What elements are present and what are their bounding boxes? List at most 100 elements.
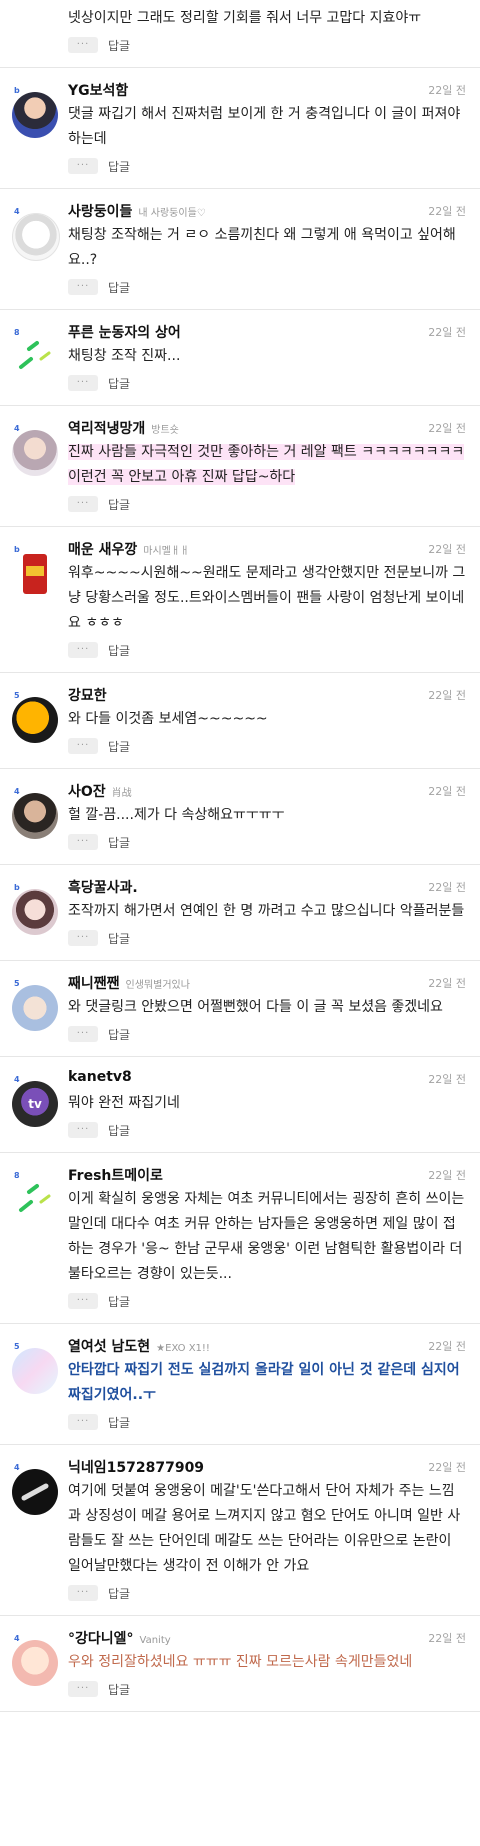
nickname[interactable]: kanetv8 bbox=[68, 1069, 132, 1085]
avatar[interactable]: 5 bbox=[12, 979, 58, 1031]
comment-text: 채팅창 조작해는 거 ㄹㅇ 소름끼친다 왜 그렇게 애 욕먹이고 싶어해요..? bbox=[68, 227, 456, 268]
comment-item: b YG보석함 22일 전댓글 짜깁기 해서 진짜처럼 보이게 한 거 충격입니다 … bbox=[0, 68, 480, 189]
more-options-button[interactable]: ··· bbox=[68, 1681, 98, 1697]
comment-item: 5 열여섯 남도현 ★EXO X1!! 22일 전 안타깝다 짜집기 전도 실검까지 올… bbox=[0, 1324, 480, 1445]
comment-actions: ··· 답글 bbox=[68, 1412, 466, 1432]
nickname[interactable]: °강다니엘° bbox=[68, 1628, 134, 1648]
timestamp: 22일 전 bbox=[428, 881, 466, 894]
more-options-button[interactable]: ··· bbox=[68, 642, 98, 658]
more-options-button[interactable]: ··· bbox=[68, 1414, 98, 1430]
comment-text: 와 댓글링크 안봤으면 어쩔뻔했어 다들 이 글 꼭 보셨음 좋겠네요 bbox=[68, 999, 443, 1015]
reply-button[interactable]: 답글 bbox=[108, 930, 130, 947]
comment-actions: ··· 답글 bbox=[68, 928, 466, 948]
timestamp: 22일 전 bbox=[428, 785, 466, 798]
comment-text: 진짜 사람들 자극적인 것만 좋아하는 거 레알 팩트 ㅋㅋㅋㅋㅋㅋㅋㅋ이런건 … bbox=[68, 444, 465, 485]
reply-button[interactable]: 답글 bbox=[108, 1026, 130, 1043]
reply-button[interactable]: 답글 bbox=[108, 1681, 130, 1698]
comment-item: b 흑당꿀사과. 22일 전 조작까지 해가면서 연예인 한 명 까려고 수고 많으십… bbox=[0, 865, 480, 961]
more-options-button[interactable]: ··· bbox=[68, 375, 98, 391]
reply-button[interactable]: 답글 bbox=[108, 158, 130, 175]
reply-button[interactable]: 답글 bbox=[108, 642, 130, 659]
avatar[interactable]: 4 bbox=[12, 787, 58, 839]
timestamp: 22일 전 bbox=[428, 1461, 466, 1474]
reply-button[interactable]: 답글 bbox=[108, 375, 130, 392]
nickname[interactable]: 째니짼짼 bbox=[68, 973, 120, 993]
nickname[interactable]: 사랑둥이들 bbox=[68, 201, 132, 221]
comment-item: 4 역리적냉망개 방트숏 22일 전 진짜 사람들 자극적인 것만 좋아하는 거 레알 … bbox=[0, 406, 480, 527]
comment-actions: ··· 답글 bbox=[68, 1583, 466, 1603]
nickname[interactable]: 흑당꿀사과. bbox=[68, 877, 138, 897]
comment-text: 이게 확실히 웅앵웅 자체는 여초 커뮤니티에서는 굉장히 흔히 쓰이는 말인데… bbox=[68, 1191, 465, 1282]
avatar[interactable]: 4 bbox=[12, 424, 58, 476]
nickname[interactable]: Fresh트메이로 bbox=[68, 1165, 163, 1185]
more-options-button[interactable]: ··· bbox=[68, 158, 98, 174]
user-status-text: 肖战 bbox=[111, 788, 132, 799]
comment-item: 4 사랑둥이들 내 사랑둥이들♡ 22일 전 채팅창 조작해는 거 ㄹㅇ 소름끼친다 왜… bbox=[0, 189, 480, 310]
level-badge: b bbox=[14, 883, 20, 892]
more-options-button[interactable]: ··· bbox=[68, 834, 98, 850]
comment-text: 헐 깔-끔....제가 다 속상해요ㅠㅜㅠㅜ bbox=[68, 807, 285, 823]
reply-button[interactable]: 답글 bbox=[108, 834, 130, 851]
reply-button[interactable]: 답글 bbox=[108, 496, 130, 513]
comment-actions: ··· 답글 bbox=[68, 156, 466, 176]
avatar[interactable]: 8 bbox=[12, 328, 58, 380]
reply-button[interactable]: 답글 bbox=[108, 1122, 130, 1139]
nickname[interactable]: 닉네임1572877909 bbox=[68, 1457, 204, 1477]
timestamp: 22일 전 bbox=[428, 205, 466, 218]
comment-item: b 매운 새우깡 마시멜ㅐㅐ 22일 전 워후~~~~시원해~~원래도 문제라고 생각안… bbox=[0, 527, 480, 673]
more-options-button[interactable]: ··· bbox=[68, 37, 98, 53]
comment-text: 워후~~~~시원해~~원래도 문제라고 생각안했지만 전문보니까 그냥 당황스러… bbox=[68, 565, 466, 631]
comment-item: 4 사O잔 肖战 22일 전헐 깔-끔....제가 다 속상해요ㅠㅜㅠㅜ ··· 답글 bbox=[0, 769, 480, 865]
reply-button[interactable]: 답글 bbox=[108, 1585, 130, 1602]
more-options-button[interactable]: ··· bbox=[68, 738, 98, 754]
nickname[interactable]: 역리적냉망개 bbox=[68, 418, 145, 438]
user-status-text: 인생뭐별거있나 bbox=[125, 980, 190, 991]
nickname[interactable]: 푸른 눈동자의 상어 bbox=[68, 322, 181, 342]
comment-text: 댓글 짜깁기 해서 진짜처럼 보이게 한 거 충격입니다 이 글이 퍼져야 하는… bbox=[68, 106, 461, 147]
nickname[interactable]: YG보석함 bbox=[68, 80, 128, 100]
user-status-text: Vanity bbox=[139, 1635, 171, 1646]
avatar[interactable]: b bbox=[12, 883, 58, 935]
timestamp: 22일 전 bbox=[428, 326, 466, 339]
level-badge: 5 bbox=[14, 1342, 20, 1351]
timestamp: 22일 전 bbox=[428, 422, 466, 435]
more-options-button[interactable]: ··· bbox=[68, 1293, 98, 1309]
avatar[interactable]: 4 bbox=[12, 1634, 58, 1686]
level-badge: 4 bbox=[14, 1634, 20, 1643]
comment-actions: ··· 답글 bbox=[68, 494, 466, 514]
more-options-button[interactable]: ··· bbox=[68, 1585, 98, 1601]
avatar[interactable]: b bbox=[12, 86, 58, 138]
nickname[interactable]: 사O잔 bbox=[68, 781, 106, 801]
more-options-button[interactable]: ··· bbox=[68, 279, 98, 295]
level-badge: 5 bbox=[14, 979, 20, 988]
reply-button[interactable]: 답글 bbox=[108, 279, 130, 296]
comment-actions: ··· 답글 bbox=[68, 1024, 466, 1044]
timestamp: 22일 전 bbox=[428, 84, 466, 97]
avatar[interactable]: b bbox=[12, 545, 58, 597]
avatar[interactable]: tv 4 bbox=[12, 1075, 58, 1127]
avatar[interactable]: 8 bbox=[12, 1171, 58, 1223]
more-options-button[interactable]: ··· bbox=[68, 930, 98, 946]
nickname[interactable]: 강묘한 bbox=[68, 685, 107, 705]
nickname[interactable]: 열여섯 남도현 bbox=[68, 1336, 150, 1356]
avatar[interactable]: 4 bbox=[12, 1463, 58, 1515]
timestamp: 22일 전 bbox=[428, 1632, 466, 1645]
timestamp: 22일 전 bbox=[428, 1340, 466, 1353]
more-options-button[interactable]: ··· bbox=[68, 1026, 98, 1042]
reply-button[interactable]: 답글 bbox=[108, 1414, 130, 1431]
comment-actions: ··· 답글 bbox=[68, 1679, 466, 1699]
more-options-button[interactable]: ··· bbox=[68, 496, 98, 512]
avatar[interactable]: 5 bbox=[12, 691, 58, 743]
comment-text: 와 다들 이것좀 보세염~~~~~~ bbox=[68, 711, 268, 727]
reply-button[interactable]: 답글 bbox=[108, 1293, 130, 1310]
comment-item: 넷상이지만 그래도 정리할 기회를 줘서 너무 고맙다 지효야ㅠ ··· 답글 bbox=[0, 0, 480, 68]
reply-button[interactable]: 답글 bbox=[108, 37, 130, 54]
more-options-button[interactable]: ··· bbox=[68, 1122, 98, 1138]
comment-text: 채팅창 조작 진짜... bbox=[68, 348, 181, 364]
comment-item: tv 4 kanetv8 22일 전 뭐야 완전 짜집기네 ··· 답글 bbox=[0, 1057, 480, 1153]
avatar[interactable]: 4 bbox=[12, 207, 60, 261]
reply-button[interactable]: 답글 bbox=[108, 738, 130, 755]
avatar[interactable]: 5 bbox=[12, 1342, 58, 1394]
nickname[interactable]: 매운 새우깡 bbox=[68, 539, 137, 559]
level-badge: 4 bbox=[14, 787, 20, 796]
